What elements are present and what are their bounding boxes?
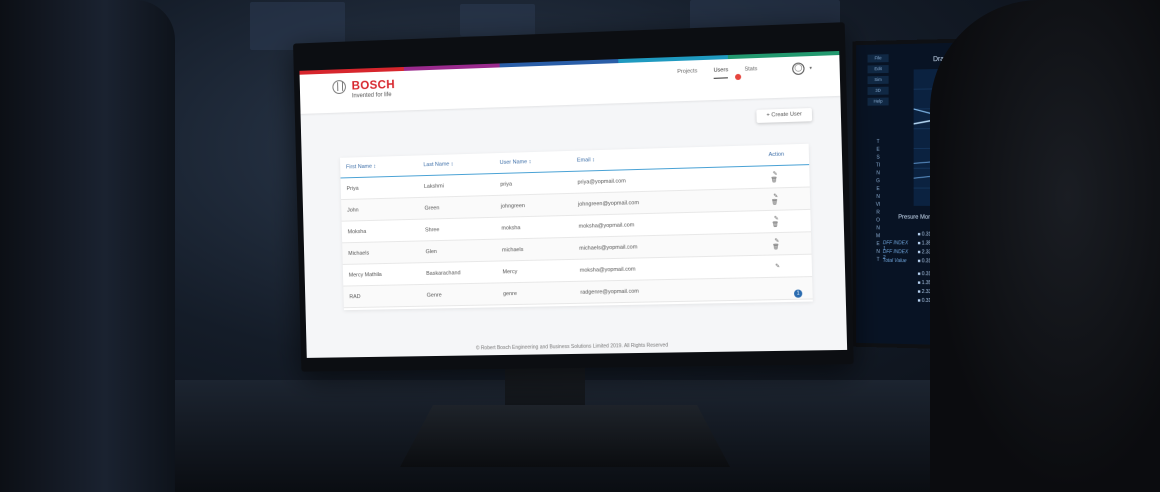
nav-users[interactable]: Users — [713, 67, 729, 79]
header-email[interactable]: Email ↕ — [577, 152, 759, 164]
chevron-down-icon[interactable]: ▼ — [809, 65, 813, 70]
pressure-row-label: DFF INDEX 1 — [882, 240, 909, 253]
cell-email: radgenre@yopmail.com — [580, 288, 639, 296]
background-window-2 — [460, 4, 535, 36]
vertical-label: TESTING ENVIRONMENT — [875, 138, 881, 263]
monitor-base — [400, 405, 730, 467]
pressure-row-label — [883, 288, 912, 297]
copyright-footer: © Robert Bosch Engineering and Business … — [475, 342, 669, 352]
create-user-button[interactable]: + Create User — [756, 107, 813, 123]
notification-badge — [734, 73, 742, 81]
cell-last-name: Green — [424, 204, 440, 212]
header-user-name[interactable]: User Name ↕ — [500, 158, 577, 166]
cell-email: michaels@yopmail.com — [579, 243, 638, 252]
pressure-row-label — [883, 271, 912, 280]
cell-first-name: Moksha — [347, 228, 367, 235]
header-first-name[interactable]: First Name ↕ — [346, 162, 424, 171]
cell-last-name: Shree — [424, 226, 440, 233]
app-screen: BOSCH Invented for life Projects Users S… — [299, 50, 848, 358]
row-actions[interactable]: ✎ 🗑 — [761, 237, 812, 250]
cell-user-name: genre — [503, 290, 518, 297]
cell-email: moksha@yopmail.com — [578, 221, 635, 230]
pressure-row-label: DFF INDEX 2 — [882, 249, 909, 261]
cell-user-name: michaels — [501, 246, 524, 253]
row-actions[interactable]: ✎ 🗑 — [759, 170, 810, 184]
users-table: First Name ↕ Last Name ↕ User Name ↕ Ema… — [340, 143, 813, 311]
cell-last-name: Genre — [426, 292, 442, 299]
cell-first-name: Mercy Mathila — [348, 271, 382, 279]
secondary-menu: File Edit Sim 3D Help — [867, 54, 889, 106]
cell-first-name: RAD — [349, 293, 361, 300]
app-header: BOSCH Invented for life Projects Users S… — [299, 55, 841, 114]
cell-last-name: Glen — [425, 248, 438, 255]
row-actions[interactable]: ✎ 🗑 — [760, 192, 811, 206]
row-actions[interactable]: ✎ 🗑 — [760, 214, 811, 227]
nav-stats[interactable]: Stats — [744, 66, 757, 78]
secondary-menu-item[interactable]: Edit — [867, 65, 889, 74]
pressure-row-label — [883, 280, 912, 289]
cell-last-name: Baskarachand — [426, 269, 461, 277]
secondary-menu-item[interactable]: Help — [867, 97, 889, 106]
cell-email: moksha@yopmail.com — [579, 266, 636, 274]
header-last-name[interactable]: Last Name ↕ — [423, 160, 499, 168]
row-actions[interactable] — [762, 288, 812, 289]
user-avatar-icon[interactable]: ◯ — [792, 62, 805, 76]
cell-first-name: John — [347, 206, 359, 214]
cell-user-name: Mercy — [502, 268, 518, 275]
pressure-row-label: Total Value — [882, 257, 907, 265]
brand-name: BOSCH — [351, 77, 396, 93]
pressure-row-label — [883, 297, 912, 306]
cell-user-name: johngreen — [500, 202, 526, 210]
nav-projects[interactable]: Projects — [677, 68, 697, 80]
top-nav: Projects Users Stats — [677, 66, 757, 80]
cell-user-name: priya — [500, 181, 513, 188]
secondary-menu-item[interactable]: 3D — [867, 86, 889, 95]
cell-email: priya@yopmail.com — [577, 177, 626, 186]
cell-first-name: Michaels — [348, 250, 370, 257]
cell-last-name: Lakshmi — [423, 182, 444, 190]
row-actions[interactable]: ✎ — [761, 262, 811, 269]
header-action: Action — [768, 151, 785, 159]
person-silhouette-right — [930, 0, 1160, 492]
main-monitor: BOSCH Invented for life Projects Users S… — [293, 22, 854, 372]
secondary-menu-item[interactable]: Sim — [867, 75, 889, 85]
secondary-menu-item[interactable]: File — [867, 54, 889, 63]
cell-first-name: Priya — [346, 185, 359, 192]
pressure-row-label — [883, 231, 912, 240]
bosch-logo-icon — [332, 79, 347, 95]
brand-tagline: Invented for life — [351, 92, 392, 100]
cell-email: johngreen@yopmail.com — [577, 199, 640, 208]
person-silhouette-left — [0, 0, 175, 492]
cell-user-name: moksha — [501, 224, 521, 232]
